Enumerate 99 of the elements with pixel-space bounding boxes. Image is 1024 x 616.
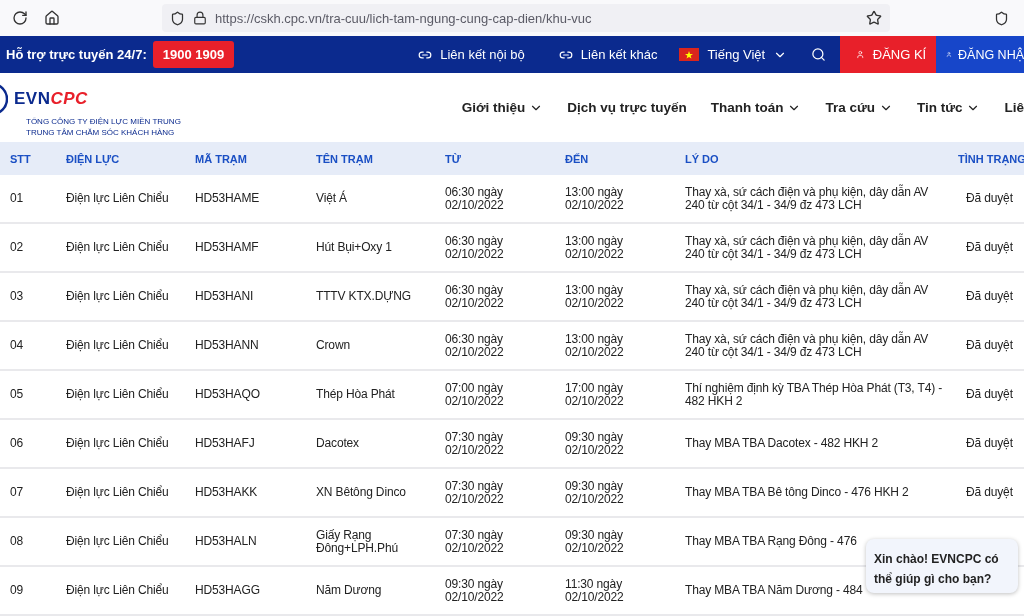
table-cell: 13:00 ngày 02/10/2022 [555,322,675,371]
language-selector[interactable]: Tiếng Việt [679,47,788,62]
table-cell: Crown [306,322,435,371]
flag-icon [679,48,700,61]
table-cell: HD53HAKK [185,469,306,518]
table-cell: Hút Bụi+Oxy 1 [306,224,435,273]
table-cell: Thay xà, sứ cách điện và phụ kiện, dây dẫn AV 240 từ cột 34/1 - 34/9 đz 473 LCH [675,224,948,273]
table-cell: TTTV KTX.DỰNG [306,273,435,322]
table-cell: XN Bêtông Dinco [306,469,435,518]
table-cell: Việt Á [306,175,435,224]
table-cell: 13:00 ngày 02/10/2022 [555,273,675,322]
table-cell: 03 [0,273,56,322]
table-cell: 07 [0,469,56,518]
chat-bubble[interactable]: Xin chào! EVNCPC có thể giúp gì cho bạn? [866,539,1018,593]
table-cell: HD53HANN [185,322,306,371]
table-cell: Thay MBA TBA Bê tông Dinco - 476 HKH 2 [675,469,948,518]
register-button[interactable]: ĐĂNG KÍ [840,36,937,73]
login-button[interactable]: ĐĂNG NHẬ [936,36,1024,73]
nav-item[interactable]: Tra cứu [825,100,893,115]
nav-item[interactable]: Dịch vụ trực tuyến [567,100,687,115]
table-cell: Thay xà, sứ cách điện và phụ kiện, dây dẫn AV 240 từ cột 34/1 - 34/9 đz 473 LCH [675,175,948,224]
column-header: LÝ DO [675,142,948,175]
star-icon[interactable] [866,10,882,26]
table-cell: Điện lực Liên Chiểu [56,273,185,322]
table-cell: 09:30 ngày 02/10/2022 [555,469,675,518]
table-cell: 09:30 ngày 02/10/2022 [555,518,675,567]
table-cell: 07:30 ngày 02/10/2022 [435,518,555,567]
table-cell: Thí nghiệm định kỳ TBA Thép Hòa Phát (T3, T4) - 482 HKH 2 [675,371,948,420]
support-label: Hỗ trợ trực tuyến 24/7: [5,47,147,62]
column-header: MÃ TRẠM [185,142,306,175]
lock-icon [193,11,207,25]
nav-item[interactable]: Giới thiệu [461,100,544,115]
nav-item[interactable]: Liê [1004,100,1024,115]
table-cell: Điện lực Liên Chiểu [56,224,185,273]
table-cell: HD53HAME [185,175,306,224]
table-cell: 11:30 ngày 02/10/2022 [555,567,675,616]
table-cell: HD53HANI [185,273,306,322]
table-cell: Đã duyệt [948,371,1024,420]
table-cell: HD53HAQO [185,371,306,420]
table-cell: Điện lực Liên Chiểu [56,175,185,224]
table-cell: 07:00 ngày 02/10/2022 [435,371,555,420]
table-cell: Thay xà, sứ cách điện và phụ kiện, dây dẫn AV 240 từ cột 34/1 - 34/9 đz 473 LCH [675,322,948,371]
top-link[interactable]: Liên kết khác [558,47,658,62]
table-cell: Đã duyệt [948,469,1024,518]
table-cell: Thép Hòa Phát [306,371,435,420]
table-cell: Đã duyệt [948,322,1024,371]
column-header: ĐIỆN LỰC [56,142,185,175]
table-cell: 09 [0,567,56,616]
table-cell: Điện lực Liên Chiểu [56,518,185,567]
hotline-badge[interactable]: 1900 1909 [152,41,235,68]
search-icon[interactable] [811,47,827,62]
table-cell: Đã duyệt [948,224,1024,273]
table-cell: 04 [0,322,56,371]
logo[interactable]: EVNCPC TỔNG CÔNG TY ĐIỆN LỰC MIỀN TRUNG TRUNG TÂM CHĂM SÓC KHÁCH HÀNG [0,77,212,138]
table-cell: 06:30 ngày 02/10/2022 [435,273,555,322]
table-cell: Đã duyệt [948,420,1024,469]
table-cell: 06:30 ngày 02/10/2022 [435,224,555,273]
table-cell: Thay MBA TBA Dacotex - 482 HKH 2 [675,420,948,469]
top-link[interactable]: Liên kết nội bộ [418,47,525,62]
table-cell: 06 [0,420,56,469]
table-cell: Đã duyệt [948,273,1024,322]
table-cell: 08 [0,518,56,567]
table-cell: 06:30 ngày 02/10/2022 [435,175,555,224]
table-cell: 13:00 ngày 02/10/2022 [555,175,675,224]
shield-icon [170,10,185,26]
column-header: TỪ [435,142,555,175]
table-cell: HD53HAFJ [185,420,306,469]
column-header: STT [0,142,56,175]
table-cell: Đã duyệt [948,175,1024,224]
table-cell: 13:00 ngày 02/10/2022 [555,224,675,273]
table-cell: HD53HALN [185,518,306,567]
table-cell: HD53HAMF [185,224,306,273]
table-cell: Điện lực Liên Chiểu [56,371,185,420]
table-cell: Điện lực Liên Chiểu [56,322,185,371]
table-cell: 01 [0,175,56,224]
table-cell: 05 [0,371,56,420]
table-cell: Thay xà, sứ cách điện và phụ kiện, dây dẫn AV 240 từ cột 34/1 - 34/9 đz 473 LCH [675,273,948,322]
nav-item[interactable]: Tin tức [916,100,981,115]
table-cell: 07:30 ngày 02/10/2022 [435,420,555,469]
table-cell: 02 [0,224,56,273]
table-cell: 09:30 ngày 02/10/2022 [555,420,675,469]
reload-icon[interactable] [12,10,28,26]
column-header: TÊN TRẠM [306,142,435,175]
table-cell: 17:00 ngày 02/10/2022 [555,371,675,420]
table-cell: Điện lực Liên Chiểu [56,469,185,518]
nav-item[interactable]: Thanh toán [710,100,802,115]
table-cell: 09:30 ngày 02/10/2022 [435,567,555,616]
table-cell: 07:30 ngày 02/10/2022 [435,469,555,518]
table-cell: Năm Dương [306,567,435,616]
table-cell: 06:30 ngày 02/10/2022 [435,322,555,371]
table-cell: Dacotex [306,420,435,469]
table-cell: HD53HAGG [185,567,306,616]
table-cell: Giấy Rạng Đông+LPH.Phú [306,518,435,567]
column-header: ĐẾN [555,142,675,175]
table-cell: Điện lực Liên Chiểu [56,420,185,469]
url-text: https://cskh.cpc.vn/tra-cuu/lich-tam-ngung-cung-cap-dien/khu-vuc [215,10,593,26]
address-bar[interactable]: https://cskh.cpc.vn/tra-cuu/lich-tam-ngung-cung-cap-dien/khu-vuc [162,4,890,32]
table-cell: Điện lực Liên Chiểu [56,567,185,616]
home-icon[interactable] [44,10,60,26]
